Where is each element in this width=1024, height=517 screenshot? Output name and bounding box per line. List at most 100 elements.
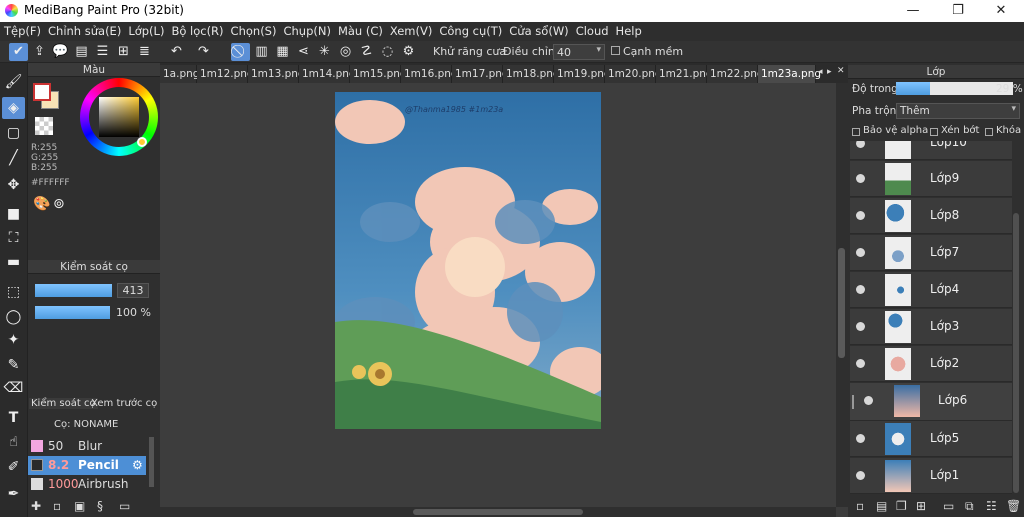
tab-file[interactable]: 1m15.png <box>350 65 407 83</box>
vertical-scroll-thumb[interactable] <box>838 248 845 358</box>
dropper-tool-icon[interactable]: ✐ <box>2 456 25 478</box>
foreground-color-swatch[interactable] <box>33 83 51 101</box>
blend-mode-select[interactable]: Thêm ▾ <box>896 103 1020 119</box>
color-wheel[interactable] <box>80 78 158 156</box>
new-brush-icon[interactable]: ▫ <box>53 499 61 513</box>
export-icon[interactable]: ⇪ <box>30 43 49 61</box>
circle-snap-icon[interactable]: ◎ <box>336 43 355 61</box>
size-field[interactable]: 413 <box>117 283 149 298</box>
eye-icon[interactable] <box>856 434 865 443</box>
lasso-tool-icon[interactable]: ◯ <box>2 306 25 328</box>
size-slider[interactable] <box>35 284 112 297</box>
layer-row[interactable]: Lớp3 <box>850 309 1012 345</box>
correction-select[interactable]: 40 ▾ <box>553 44 605 60</box>
hue-marker[interactable] <box>137 137 147 147</box>
menu-snap[interactable]: Chụp(N) <box>279 22 333 38</box>
menu-window[interactable]: Cửa sổ(W) <box>505 22 571 38</box>
copy-layer-icon[interactable]: ❐ <box>896 499 907 513</box>
tab-file[interactable]: 1m20.png <box>605 65 662 83</box>
maximize-button[interactable]: ❐ <box>935 1 981 21</box>
menu-tools[interactable]: Công cụ(T) <box>435 22 505 38</box>
tab-file[interactable]: 1m16.png <box>401 65 458 83</box>
layer-list-scrollbar[interactable] <box>1013 213 1019 493</box>
tab-scroll-left-icon[interactable]: ◂ <box>818 67 823 77</box>
artwork-canvas[interactable]: @Thanma1985 #1m23a <box>335 92 601 429</box>
tab-file[interactable]: 1m18.png <box>503 65 560 83</box>
tab-file[interactable]: 1m17.png <box>452 65 509 83</box>
menu-filter[interactable]: Bộ lọc(R) <box>167 22 226 38</box>
brush-script-icon[interactable]: § <box>97 499 103 513</box>
cross-snap-icon[interactable]: ▦ <box>273 43 292 61</box>
saturation-square[interactable] <box>99 97 139 137</box>
eye-icon[interactable] <box>856 141 865 148</box>
tab-file[interactable]: 1m21.png <box>656 65 713 83</box>
clipping-checkbox[interactable] <box>930 128 938 136</box>
redo-icon[interactable]: ↷ <box>194 43 213 61</box>
eye-icon[interactable] <box>856 248 865 257</box>
parallel-snap-icon[interactable]: ▥ <box>252 43 271 61</box>
list-icon[interactable]: ≣ <box>135 43 154 61</box>
layer-row-clipped[interactable]: Lớp6 <box>850 383 1012 421</box>
magic-wand-icon[interactable]: ✦ <box>2 329 25 351</box>
layer-properties-icon[interactable]: ☷ <box>986 499 997 513</box>
settings-icon[interactable]: ⚙ <box>399 43 418 61</box>
ellipse-snap-icon[interactable]: ◌ <box>378 43 397 61</box>
merge-layer-icon[interactable]: ⧉ <box>965 499 974 514</box>
close-button[interactable]: ✕ <box>978 1 1024 21</box>
select-eraser-icon[interactable]: ⌫ <box>2 377 25 399</box>
menu-edit[interactable]: Chỉnh sửa(E) <box>44 22 124 38</box>
operation-tool-icon[interactable]: ☝ <box>2 431 25 453</box>
brush-item-airbrush[interactable]: 1000 Airbrush <box>28 475 146 494</box>
speech-bubble-icon[interactable]: 💬 <box>51 43 70 61</box>
tab-file-active[interactable]: 1m23a.png <box>758 65 821 83</box>
tab-close-icon[interactable]: ✕ <box>837 66 845 76</box>
tab-file[interactable]: 1m12.png <box>197 65 254 83</box>
layer-row[interactable]: Lớp1 <box>850 458 1012 494</box>
select-rect-icon[interactable]: ⬚ <box>2 281 25 303</box>
eye-icon[interactable] <box>856 174 865 183</box>
layer-menu-icon[interactable]: ⊞ <box>916 499 926 513</box>
tab-file[interactable]: 1m22.png <box>707 65 764 83</box>
vertical-scrollbar[interactable] <box>836 83 848 507</box>
layer-row[interactable]: Lớp5 <box>850 421 1012 457</box>
minimize-button[interactable]: — <box>890 1 936 21</box>
eye-icon[interactable] <box>856 211 865 220</box>
tab-file[interactable]: 1m19.png <box>554 65 611 83</box>
vanishing-snap-icon[interactable]: ⋖ <box>294 43 313 61</box>
new-halftone-layer-icon[interactable]: ▤ <box>876 499 887 513</box>
brush-tool-icon[interactable]: 🖌 <box>2 71 25 93</box>
eye-icon[interactable] <box>856 322 865 331</box>
curve-snap-icon[interactable]: ☡ <box>357 43 376 61</box>
tab-brush-preview[interactable]: Xem trước cọ <box>91 398 157 409</box>
select-pen-icon[interactable]: ✎ <box>2 354 25 376</box>
layer-row[interactable]: Lớp4 <box>850 272 1012 308</box>
canvas-workspace[interactable]: @Thanma1985 #1m23a <box>160 83 836 507</box>
radial-snap-icon[interactable]: ✳ <box>315 43 334 61</box>
horizontal-scroll-thumb[interactable] <box>413 509 583 515</box>
brush-list-scrollbar[interactable] <box>149 437 154 487</box>
comment-icon[interactable]: ▤ <box>72 43 91 61</box>
gear-icon[interactable]: ⚙ <box>132 456 143 475</box>
menu-select[interactable]: Chọn(S) <box>227 22 280 38</box>
layer-row[interactable]: Lớp2 <box>850 346 1012 382</box>
menu-cloud[interactable]: Cloud <box>572 22 612 38</box>
no-snap-icon[interactable]: ⃠ <box>231 43 250 61</box>
lock-checkbox[interactable] <box>985 128 993 136</box>
move-tool-icon[interactable]: ✥ <box>2 174 25 196</box>
bucket-tool-icon[interactable]: ⛶ <box>2 227 25 249</box>
menu-layer[interactable]: Lớp(L) <box>124 22 167 38</box>
tab-file[interactable]: 1a.png <box>160 65 199 83</box>
eye-icon[interactable] <box>856 471 865 480</box>
eye-icon[interactable] <box>856 285 865 294</box>
layer-row[interactable]: Lớp8 <box>850 198 1012 234</box>
cloud-check-icon[interactable]: ✔ <box>9 43 28 61</box>
eye-icon[interactable] <box>856 359 865 368</box>
brush-option-icon[interactable]: ▣ <box>74 499 85 513</box>
rectangle-tool-icon[interactable]: ▢ <box>2 122 25 144</box>
new-layer-icon[interactable]: ▫ <box>856 499 864 513</box>
layer-row[interactable]: Lớp7 <box>850 235 1012 271</box>
eraser-tool-icon[interactable]: ◈ <box>2 97 25 119</box>
tab-file[interactable]: 1m14.png <box>299 65 356 83</box>
palette-settings-icon[interactable]: ⊚ <box>53 196 65 212</box>
soft-edge-checkbox[interactable] <box>611 46 620 55</box>
